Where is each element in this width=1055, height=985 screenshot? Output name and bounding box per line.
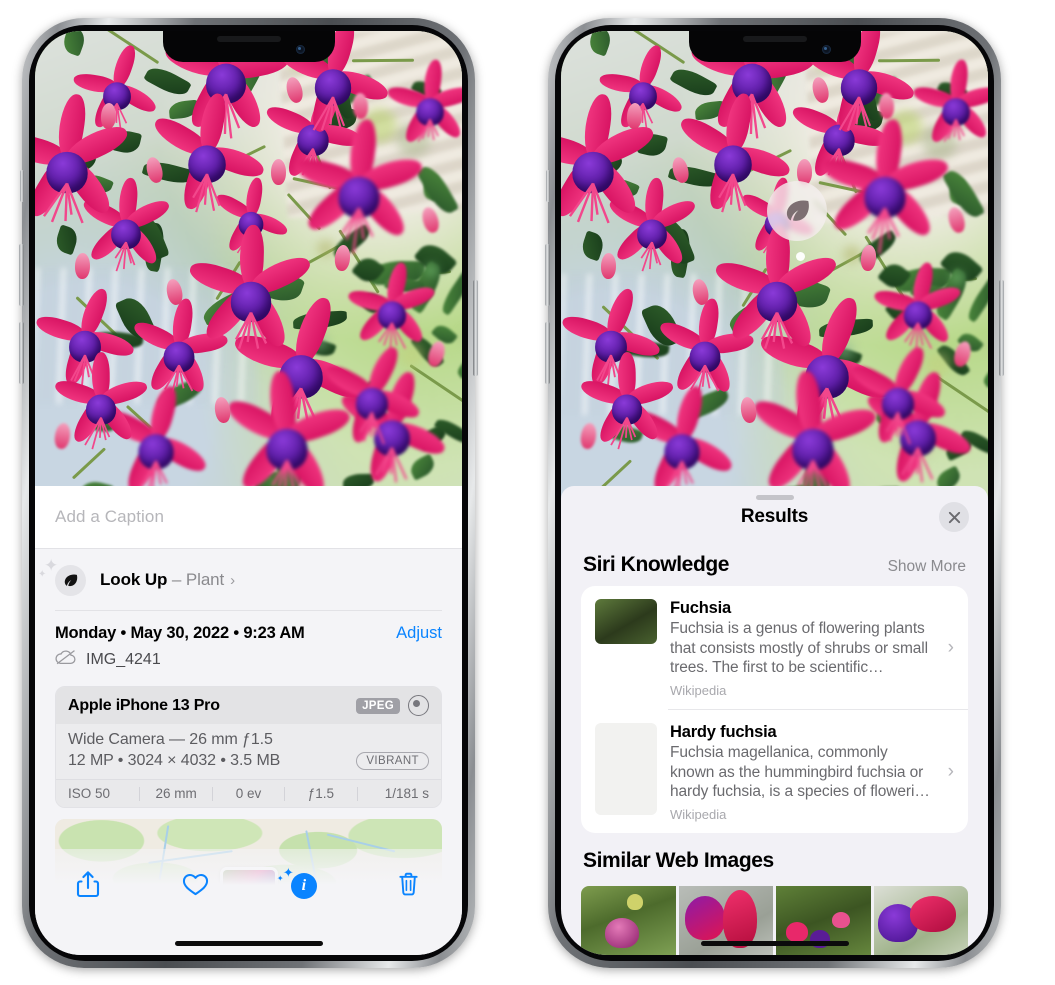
format-badge: JPEG xyxy=(356,697,400,714)
phone-screen: Add a Caption ✦ ✦ Look Up – Plant › Mond… xyxy=(35,31,462,955)
favorite-button[interactable] xyxy=(172,863,218,905)
knowledge-thumbnail xyxy=(595,723,657,816)
chevron-right-icon: › xyxy=(230,571,236,589)
look-up-row[interactable]: ✦ ✦ Look Up – Plant › xyxy=(35,549,462,611)
exif-aperture: ƒ1.5 xyxy=(307,786,335,801)
close-button[interactable] xyxy=(939,502,969,532)
notch xyxy=(688,31,861,62)
chevron-right-icon: › xyxy=(947,636,954,658)
camera-model: Apple iPhone 13 Pro xyxy=(68,696,220,714)
image-size-info: 12 MP • 3024 × 4032 • 3.5 MB xyxy=(68,752,281,769)
camera-metadata-card[interactable]: Apple iPhone 13 Pro JPEG Wide Camera — 2… xyxy=(55,686,442,808)
look-up-label: Look Up – Plant xyxy=(100,570,224,590)
sparkle-small-icon: ✦ xyxy=(276,874,284,883)
info-button[interactable]: ✦ ✦ i xyxy=(276,863,325,905)
section-title: Similar Web Images xyxy=(583,849,774,873)
similar-web-images-section-header: Similar Web Images xyxy=(561,833,988,882)
section-title: Siri Knowledge xyxy=(583,553,730,576)
results-title: Results xyxy=(740,506,809,527)
screenshot-stage: Add a Caption ✦ ✦ Look Up – Plant › Mond… xyxy=(0,0,1055,985)
knowledge-source: Wikipedia xyxy=(670,807,727,823)
knowledge-title: Hardy fuchsia xyxy=(670,723,777,742)
mute-switch[interactable] xyxy=(20,170,24,202)
front-camera-icon xyxy=(295,45,305,54)
leaf-icon: ✦ ✦ xyxy=(38,557,86,596)
earpiece-speaker xyxy=(742,36,807,42)
home-indicator[interactable] xyxy=(174,941,323,946)
photo-toolbar: ✦ ✦ i xyxy=(35,849,462,955)
photo-filename: IMG_4241 xyxy=(86,650,161,668)
look-up-title: Look Up xyxy=(100,570,168,589)
notch xyxy=(162,31,335,62)
iphone-photos-detail: Add a Caption ✦ ✦ Look Up – Plant › Mond… xyxy=(19,18,478,968)
exif-iso: ISO 50 xyxy=(68,786,111,801)
knowledge-item[interactable]: Fuchsia Fuchsia is a genus of flowering … xyxy=(581,586,968,709)
photographic-style-badge: VIBRANT xyxy=(356,752,429,770)
photo-info-sheet: Add a Caption ✦ ✦ Look Up – Plant › Mond… xyxy=(35,486,462,955)
knowledge-item[interactable]: Hardy fuchsia Fuchsia magellanica, commo… xyxy=(581,710,968,833)
exif-row: ISO 50 26 mm 0 ev ƒ1.5 1/181 s xyxy=(56,779,441,807)
photo-viewer[interactable] xyxy=(561,31,988,499)
exif-focal: 26 mm xyxy=(155,786,197,801)
sparkle-icon: ✦ xyxy=(282,865,294,880)
caption-placeholder: Add a Caption xyxy=(55,507,165,526)
date-block: Monday • May 30, 2022 • 9:23 AM Adjust I… xyxy=(35,611,462,680)
exif-shutter: 1/181 s xyxy=(384,786,430,801)
knowledge-description: Fuchsia is a genus of flowering plants t… xyxy=(670,620,928,677)
info-glyph: i xyxy=(290,873,317,899)
knowledge-thumbnail xyxy=(595,599,657,644)
delete-button[interactable] xyxy=(386,863,432,905)
icloud-slash-icon xyxy=(55,649,77,670)
volume-up-button[interactable] xyxy=(19,244,24,306)
share-button[interactable] xyxy=(65,863,111,905)
knowledge-source: Wikipedia xyxy=(670,683,727,699)
iphone-visual-lookup-results: Results Siri Knowledge Show More Fuchsia… xyxy=(545,18,1004,968)
chevron-right-icon: › xyxy=(947,760,954,782)
show-more-button[interactable]: Show More xyxy=(888,558,966,576)
look-up-subject: Plant xyxy=(185,570,225,589)
siri-knowledge-section-header: Siri Knowledge Show More xyxy=(561,548,988,586)
metadata-body: Wide Camera — 26 mm ƒ1.5 12 MP • 3024 × … xyxy=(56,724,441,779)
caption-input[interactable]: Add a Caption xyxy=(35,486,462,549)
lens-info: Wide Camera — 26 mm ƒ1.5 xyxy=(68,731,273,748)
visual-lookup-anchor-dot xyxy=(796,252,805,261)
front-camera-icon xyxy=(821,45,831,54)
exif-ev: 0 ev xyxy=(235,786,262,801)
adjust-button[interactable]: Adjust xyxy=(396,624,442,643)
knowledge-description: Fuchsia magellanica, commonly known as t… xyxy=(670,744,930,801)
earpiece-speaker xyxy=(216,36,281,42)
results-header: Results xyxy=(561,486,988,548)
visual-lookup-badge[interactable] xyxy=(767,181,827,241)
phone-screen: Results Siri Knowledge Show More Fuchsia… xyxy=(561,31,988,955)
divider xyxy=(55,610,442,611)
volume-up-button[interactable] xyxy=(545,244,550,306)
mute-switch[interactable] xyxy=(546,170,550,202)
power-button[interactable] xyxy=(999,280,1004,376)
sparkle-small-icon: ✦ xyxy=(38,568,47,580)
volume-down-button[interactable] xyxy=(545,322,550,384)
power-button[interactable] xyxy=(473,280,478,376)
look-up-separator: – xyxy=(171,570,182,589)
web-image-4[interactable] xyxy=(873,886,968,955)
aperture-icon xyxy=(408,695,429,716)
web-image-1[interactable] xyxy=(581,886,676,955)
knowledge-title: Fuchsia xyxy=(670,599,731,617)
home-indicator[interactable] xyxy=(700,941,849,946)
results-sheet: Results Siri Knowledge Show More Fuchsia… xyxy=(561,486,988,955)
volume-down-button[interactable] xyxy=(19,322,24,384)
photo-viewer[interactable] xyxy=(35,31,462,486)
photo-date: Monday • May 30, 2022 • 9:23 AM xyxy=(55,624,305,642)
metadata-header: Apple iPhone 13 Pro JPEG xyxy=(56,687,441,724)
siri-knowledge-card: Fuchsia Fuchsia is a genus of flowering … xyxy=(581,586,968,834)
